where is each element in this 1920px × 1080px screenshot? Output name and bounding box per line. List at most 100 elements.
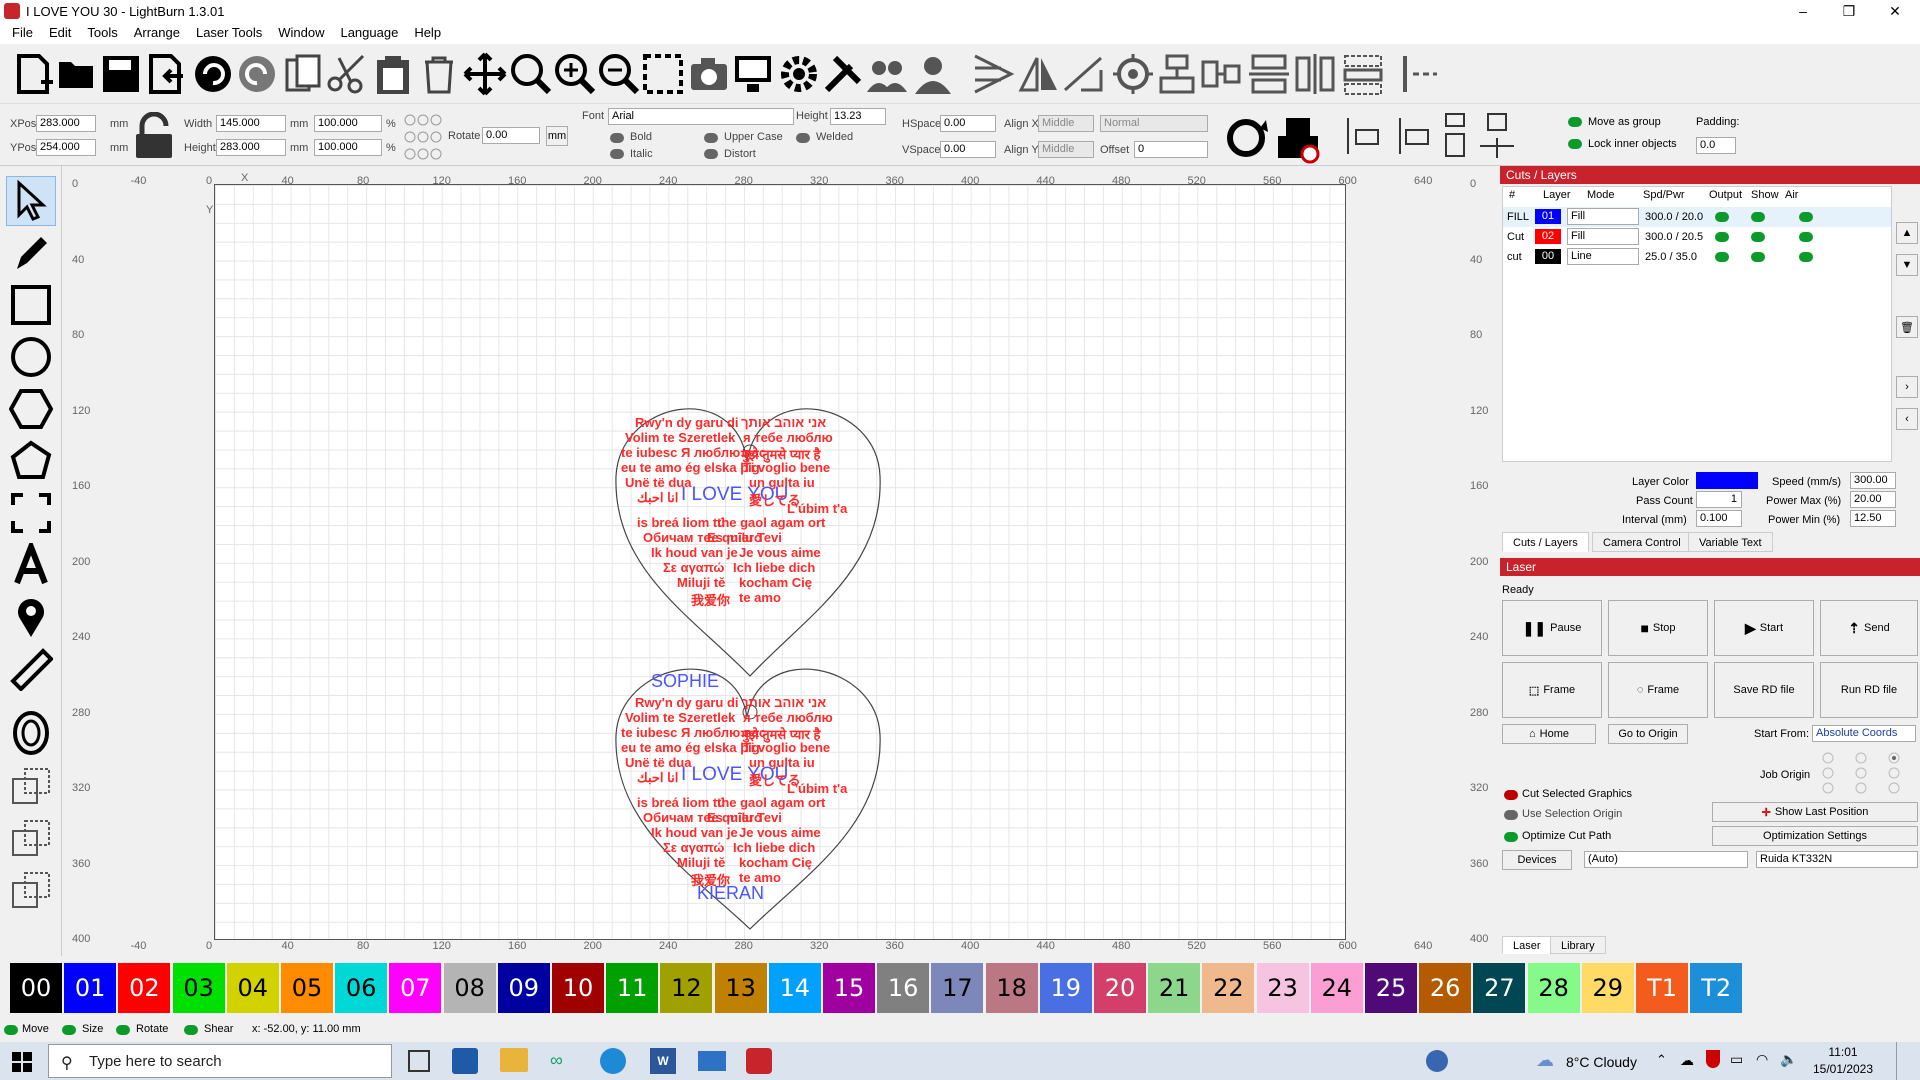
vspace-field[interactable]: 0.00	[940, 141, 996, 158]
tab-laser[interactable]: Laser	[1502, 936, 1552, 954]
palette-swatch-08[interactable]: 08	[443, 963, 496, 1013]
move-as-group-toggle[interactable]	[1568, 117, 1582, 127]
text-tool-icon[interactable]	[6, 540, 56, 590]
layer-output-toggle[interactable]	[1715, 232, 1729, 242]
padding-field[interactable]: 0.0	[1696, 137, 1736, 154]
rotate-toggle[interactable]	[116, 1025, 130, 1035]
infinity-app-icon[interactable]: ∞	[550, 1050, 578, 1072]
chevron-left-icon[interactable]: ‹	[1896, 408, 1918, 430]
palette-swatch-22[interactable]: 22	[1202, 963, 1255, 1013]
use-selection-origin-toggle[interactable]	[1504, 810, 1518, 820]
alignx-select[interactable]: Middle	[1038, 115, 1094, 132]
palette-swatch-19[interactable]: 19	[1039, 963, 1092, 1013]
chevron-right-icon[interactable]: ›	[1896, 376, 1918, 398]
new-file-icon[interactable]	[8, 48, 58, 100]
layer-show-toggle[interactable]	[1751, 212, 1765, 222]
layer-up-button[interactable]: ▲	[1896, 222, 1918, 244]
layers-col-header[interactable]: #	[1509, 189, 1515, 201]
zoom-out-icon[interactable]	[594, 48, 644, 100]
align-middle-icon[interactable]	[1290, 48, 1340, 100]
size-toggle[interactable]	[62, 1025, 76, 1035]
layer-show-toggle[interactable]	[1751, 252, 1765, 262]
layer-show-toggle[interactable]	[1751, 232, 1765, 242]
palette-swatch-00[interactable]: 00	[10, 963, 62, 1013]
target-icon[interactable]	[1108, 48, 1158, 100]
device-select[interactable]: Ruida KT332N	[1756, 851, 1918, 868]
boolean-union-icon[interactable]	[6, 762, 56, 812]
layers-col-header[interactable]: Layer	[1543, 189, 1571, 201]
speed-field[interactable]: 300.00	[1850, 472, 1896, 489]
stop-button[interactable]: ■ Stop	[1608, 600, 1708, 656]
palette-swatch-13[interactable]: 13	[714, 963, 767, 1013]
palette-swatch-05[interactable]: 05	[281, 963, 333, 1013]
palette-swatch-03[interactable]: 03	[172, 963, 225, 1013]
select-tool-icon[interactable]	[6, 176, 56, 226]
power-min-field[interactable]: 12.50	[1850, 510, 1896, 527]
palette-swatch-14[interactable]: 14	[768, 963, 821, 1013]
ypos-field[interactable]: 254.000	[36, 139, 96, 156]
copy-icon[interactable]	[278, 48, 328, 100]
layer-row[interactable]: cut 00 Line 25.0 / 35.0	[1503, 247, 1891, 267]
align-right-icon[interactable]	[1392, 48, 1442, 100]
windows-start-icon[interactable]	[12, 1052, 32, 1072]
minimize-button[interactable]: –	[1780, 0, 1826, 22]
group-icon[interactable]	[862, 48, 912, 100]
palette-swatch-07[interactable]: 07	[389, 963, 442, 1013]
unit-toggle-button[interactable]: mm	[546, 126, 568, 146]
tab-library[interactable]: Library	[1550, 936, 1606, 954]
rectangle-tool-icon[interactable]	[6, 280, 56, 330]
paste-icon[interactable]	[368, 48, 418, 100]
security-icon[interactable]	[1706, 1050, 1720, 1068]
zoom-selection-icon[interactable]	[506, 48, 556, 100]
pen-tool-icon[interactable]	[6, 228, 56, 278]
menu-arrange[interactable]: Arrange	[126, 22, 188, 44]
wifi-icon[interactable]: ◠	[1756, 1051, 1768, 1068]
volume-icon[interactable]: 🔈	[1780, 1051, 1797, 1068]
palette-swatch-T1[interactable]: T1	[1636, 963, 1688, 1013]
lock-inner-toggle[interactable]	[1568, 139, 1582, 149]
offset-field[interactable]: 0	[1134, 141, 1208, 158]
text-mode-select[interactable]: Normal	[1100, 115, 1208, 132]
palette-swatch-21[interactable]: 21	[1148, 963, 1201, 1013]
show-desktop-button[interactable]	[1896, 1042, 1900, 1080]
layers-col-header[interactable]: Air	[1785, 189, 1798, 201]
layer-output-toggle[interactable]	[1715, 252, 1729, 262]
pass-count-field[interactable]: 1	[1696, 491, 1742, 508]
cut-icon[interactable]	[322, 48, 372, 100]
menu-language[interactable]: Language	[332, 22, 406, 44]
go-to-origin-button[interactable]: Go to Origin	[1608, 724, 1688, 744]
freeform-tool-icon[interactable]	[6, 436, 56, 486]
save-icon[interactable]	[96, 48, 146, 100]
palette-swatch-10[interactable]: 10	[552, 963, 604, 1013]
layer-air-toggle[interactable]	[1799, 252, 1813, 262]
boolean-intersection-icon[interactable]	[6, 866, 56, 916]
heart-top-text[interactable]: Rwy'n dy garu di אני אוהב אותך Volim te Sz…	[615, 405, 885, 665]
word-icon[interactable]: W	[650, 1048, 676, 1074]
monitor-icon[interactable]	[728, 48, 778, 100]
pause-button[interactable]: ❚❚ Pause	[1502, 600, 1602, 656]
layers-col-header[interactable]: Spd/Pwr	[1643, 189, 1685, 201]
palette-swatch-16[interactable]: 16	[877, 963, 930, 1013]
home-button[interactable]: ⌂ Home	[1502, 724, 1596, 744]
rotate-field[interactable]: 0.00	[482, 127, 540, 144]
layers-col-header[interactable]: Mode	[1587, 189, 1615, 201]
menu-tools[interactable]: Tools	[79, 22, 125, 44]
file-explorer-icon[interactable]	[500, 1048, 528, 1072]
palette-swatch-20[interactable]: 20	[1094, 963, 1146, 1013]
layer-down-button[interactable]: ▼	[1896, 254, 1918, 276]
tab-cuts-layers[interactable]: Cuts / Layers	[1502, 532, 1589, 552]
hspace-field[interactable]: 0.00	[940, 115, 996, 132]
palette-swatch-23[interactable]: 23	[1256, 963, 1309, 1013]
mirror-icon[interactable]	[1014, 48, 1064, 100]
layer-mode-select[interactable]: Fill	[1567, 228, 1639, 245]
menu-laser-tools[interactable]: Laser Tools	[188, 22, 270, 44]
palette-swatch-17[interactable]: 17	[931, 963, 984, 1013]
optimize-cut-path-toggle[interactable]	[1504, 832, 1518, 842]
palette-swatch-T2[interactable]: T2	[1690, 963, 1743, 1013]
maximize-button[interactable]: ❐	[1826, 0, 1872, 22]
tab-variable-text[interactable]: Variable Text	[1688, 532, 1773, 552]
scale-width-field[interactable]: 100.000	[314, 115, 382, 132]
palette-swatch-27[interactable]: 27	[1473, 963, 1526, 1013]
layer-air-toggle[interactable]	[1799, 212, 1813, 222]
palette-swatch-24[interactable]: 24	[1310, 963, 1363, 1013]
